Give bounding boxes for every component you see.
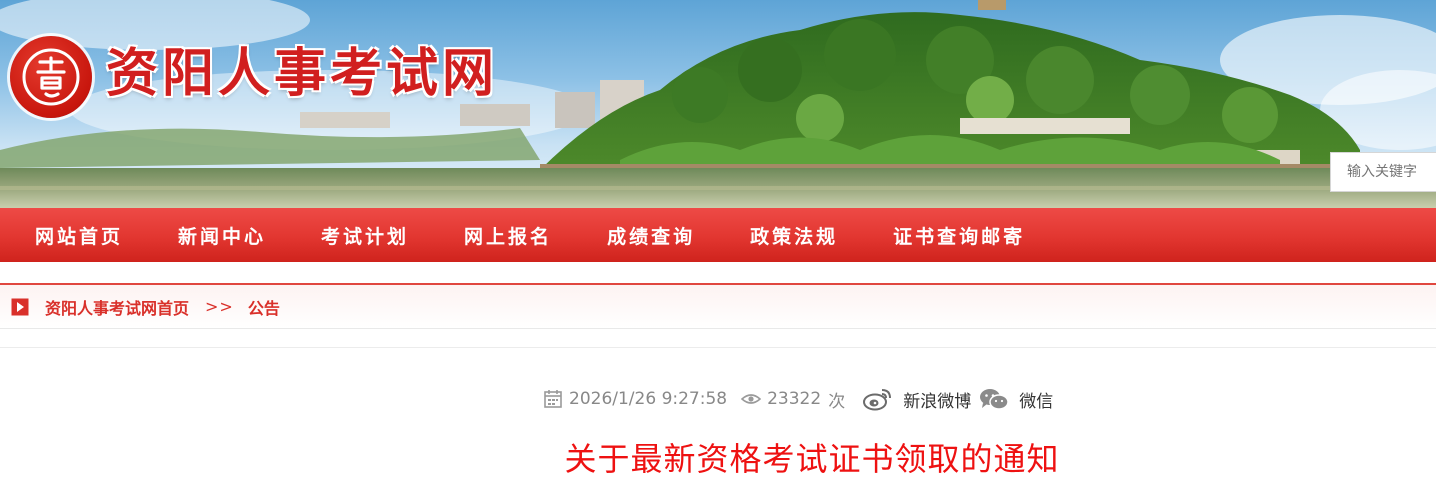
nav-item-certificate-mailing[interactable]: 证书查询邮寄	[893, 222, 1025, 249]
breadcrumb-separator: >>	[205, 297, 234, 316]
calendar-icon	[543, 389, 563, 409]
header-banner: 资阳人事考试网	[0, 0, 1436, 208]
share-wechat-link[interactable]: 微信	[1019, 387, 1053, 412]
article-meta: 2026/1/26 9:27:58 23322 次 新浪微博 微信	[543, 386, 1053, 412]
wechat-icon[interactable]	[979, 387, 1009, 411]
view-count: 23322	[767, 389, 822, 409]
breadcrumb-home-link[interactable]: 资阳人事考试网首页	[45, 295, 189, 319]
breadcrumb: 资阳人事考试网首页 >> 公告	[0, 283, 1436, 329]
seal-logo-icon[interactable]	[10, 36, 92, 118]
nav-item-score-query[interactable]: 成绩查询	[607, 222, 695, 249]
nav-item-exam-plan[interactable]: 考试计划	[321, 222, 409, 249]
view-count-unit: 次	[828, 391, 846, 412]
site-title[interactable]: 资阳人事考试网	[106, 42, 498, 106]
eye-icon	[741, 389, 762, 409]
seal-glyph-icon	[22, 48, 80, 106]
share-weibo-link[interactable]: 新浪微博	[903, 387, 971, 412]
publish-datetime: 2026/1/26 9:27:58	[569, 389, 728, 409]
breadcrumb-current-link[interactable]: 公告	[248, 295, 280, 319]
nav-item-online-registration[interactable]: 网上报名	[464, 222, 552, 249]
main-nav: 网站首页 新闻中心 考试计划 网上报名 成绩查询 政策法规 证书查询邮寄	[0, 208, 1436, 262]
play-square-icon	[11, 298, 29, 316]
search-input[interactable]	[1330, 152, 1436, 192]
divider	[0, 347, 1436, 348]
weibo-icon[interactable]	[863, 387, 893, 411]
nav-item-news[interactable]: 新闻中心	[178, 222, 266, 249]
nav-item-home[interactable]: 网站首页	[35, 222, 123, 249]
nav-item-policies[interactable]: 政策法规	[750, 222, 838, 249]
article-title: 关于最新资格考试证书领取的通知	[564, 440, 1060, 478]
